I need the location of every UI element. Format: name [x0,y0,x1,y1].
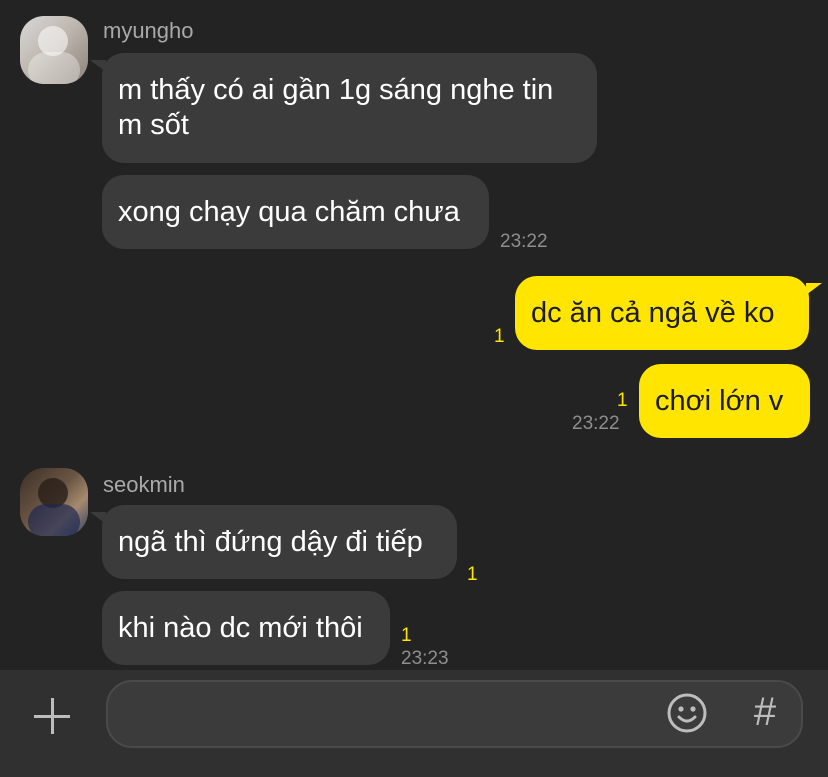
plus-icon[interactable] [32,696,72,736]
message-timestamp: 23:22 [500,231,548,252]
message-bubble-sent[interactable]: chơi lớn v [639,364,810,438]
avatar-body [28,52,80,84]
unread-count: 1 [467,564,478,585]
sender-name: seokmin [103,472,185,497]
bubble-tail [806,283,822,295]
sender-name: myungho [103,18,194,43]
hash-search-button[interactable]: # [748,688,782,736]
message-bubble[interactable]: khi nào dc mới thôi [102,591,390,665]
message-bubble-sent[interactable]: dc ăn cả ngã về ko [515,276,809,350]
message-bubble[interactable]: ngã thì đứng dậy đi tiếp [102,505,457,579]
avatar-myungho[interactable] [20,16,88,84]
message-bubble[interactable]: m thấy có ai gần 1g sáng nghe tin m sốt [102,53,597,163]
avatar-seokmin[interactable] [20,468,88,536]
chat-area: myungho m thấy có ai gần 1g sáng nghe ti… [0,0,828,670]
avatar-body [28,504,80,536]
unread-count: 1 [401,625,412,646]
unread-count: 1 [617,390,628,411]
smiley-icon[interactable] [666,692,708,734]
message-timestamp: 23:23 [401,648,449,669]
smiley-icon-graphic [667,693,707,733]
message-timestamp: 23:22 [572,413,620,434]
unread-count: 1 [494,326,505,347]
message-bubble[interactable]: xong chạy qua chăm chưa [102,175,489,249]
